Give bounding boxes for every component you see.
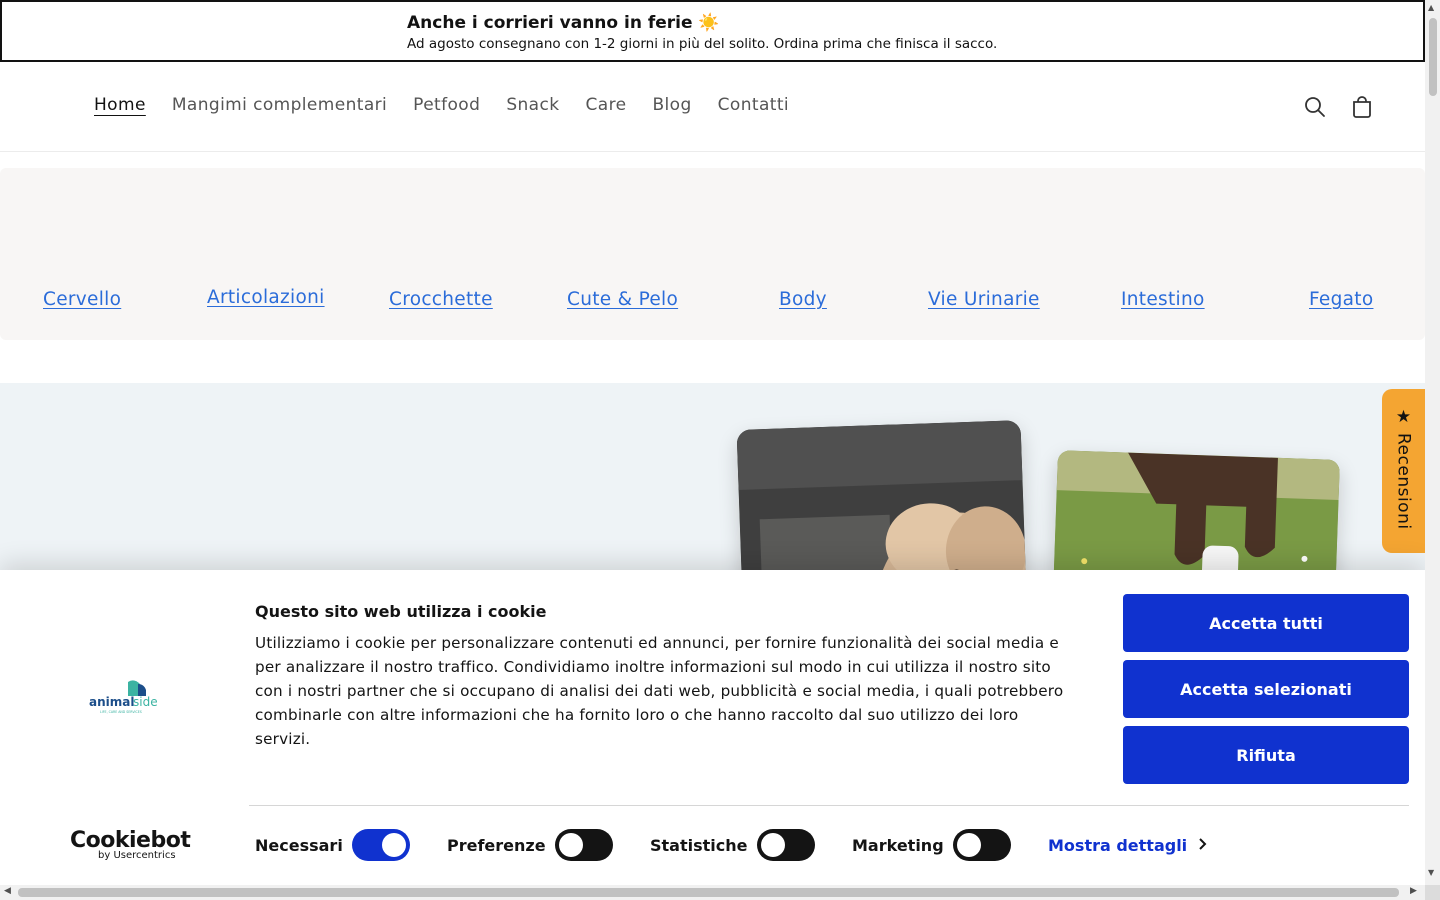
nav-item-petfood[interactable]: Petfood: [413, 95, 480, 115]
chevron-right-icon: [1198, 836, 1208, 856]
search-icon[interactable]: [1300, 92, 1330, 122]
cookie-title: Questo sito web utilizza i cookie: [255, 602, 547, 621]
toggle-label-necessari: Necessari: [255, 836, 343, 855]
category-articolazioni[interactable]: Articolazioni: [207, 287, 325, 308]
category-vie-urinarie[interactable]: Vie Urinarie: [928, 289, 1040, 310]
reject-button[interactable]: Rifiuta: [1123, 726, 1409, 784]
cookie-divider: [249, 805, 1409, 806]
cookie-description: Utilizziamo i cookie per personalizzare …: [255, 634, 1064, 748]
nav-item-home[interactable]: Home: [94, 95, 146, 115]
cookiebot-logo: Cookiebot by Usercentrics: [70, 828, 191, 861]
svg-text:animal: animal: [89, 695, 134, 709]
toggle-preferenze[interactable]: [555, 829, 613, 861]
nav-item-blog[interactable]: Blog: [652, 95, 691, 115]
accept-selected-button[interactable]: Accetta selezionati: [1123, 660, 1409, 718]
toggle-label-marketing: Marketing: [852, 836, 944, 855]
horizontal-scrollbar-thumb[interactable]: [18, 888, 1399, 897]
toggle-label-preferenze: Preferenze: [447, 836, 546, 855]
vertical-scrollbar-thumb[interactable]: [1429, 18, 1437, 96]
svg-text:LIFE, CARE AND SERVICES: LIFE, CARE AND SERVICES: [100, 710, 142, 714]
horizontal-scrollbar[interactable]: ◀ ▶: [0, 885, 1425, 900]
reviews-tab[interactable]: ★ Recensioni: [1382, 389, 1425, 553]
category-crocchette[interactable]: Crocchette: [389, 289, 493, 310]
cart-icon[interactable]: [1347, 92, 1377, 122]
animalside-logo: animal side LIFE, CARE AND SERVICES: [88, 678, 158, 718]
nav-item-care[interactable]: Care: [586, 95, 627, 115]
toggle-marketing[interactable]: [953, 829, 1011, 861]
star-icon: ★: [1395, 407, 1412, 427]
cookie-banner: animal side LIFE, CARE AND SERVICES Ques…: [0, 570, 1425, 900]
scroll-left-icon[interactable]: ◀: [4, 886, 11, 896]
announcement-subtitle: Ad agosto consegnano con 1-2 giorni in p…: [407, 36, 998, 52]
nav-item-contatti[interactable]: Contatti: [718, 95, 789, 115]
page: Anche i corrieri vanno in ferie ☀️ Ad ag…: [0, 0, 1440, 900]
toggle-statistiche[interactable]: [757, 829, 815, 861]
toggle-label-statistiche: Statistiche: [650, 836, 748, 855]
svg-text:side: side: [133, 695, 158, 709]
category-body[interactable]: Body: [779, 289, 827, 310]
announcement-bar: Anche i corrieri vanno in ferie ☀️ Ad ag…: [0, 0, 1425, 62]
toggle-necessari[interactable]: [352, 829, 410, 861]
main-nav: Home Mangimi complementari Petfood Snack…: [94, 95, 815, 115]
category-intestino[interactable]: Intestino: [1121, 289, 1205, 310]
nav-item-snack[interactable]: Snack: [506, 95, 559, 115]
accept-all-button[interactable]: Accetta tutti: [1123, 594, 1409, 652]
vertical-scrollbar[interactable]: ▲ ▼: [1425, 0, 1440, 885]
category-cervello[interactable]: Cervello: [43, 289, 121, 310]
scroll-down-icon[interactable]: ▼: [1428, 868, 1434, 877]
scroll-right-icon[interactable]: ▶: [1410, 886, 1417, 896]
category-fegato[interactable]: Fegato: [1309, 289, 1373, 310]
show-details-link[interactable]: Mostra dettagli: [1048, 836, 1187, 855]
scroll-up-icon[interactable]: ▲: [1428, 3, 1434, 12]
site-header: Home Mangimi complementari Petfood Snack…: [0, 62, 1425, 152]
announcement-title: Anche i corrieri vanno in ferie ☀️: [407, 13, 720, 33]
category-strip: Cervello Articolazioni Crocchette Cute &…: [0, 168, 1425, 340]
reviews-tab-label: Recensioni: [1393, 433, 1414, 530]
nav-item-mangimi-complementari[interactable]: Mangimi complementari: [172, 95, 387, 115]
scrollbar-corner: [1425, 885, 1440, 900]
category-cute-pelo[interactable]: Cute & Pelo: [567, 289, 678, 310]
